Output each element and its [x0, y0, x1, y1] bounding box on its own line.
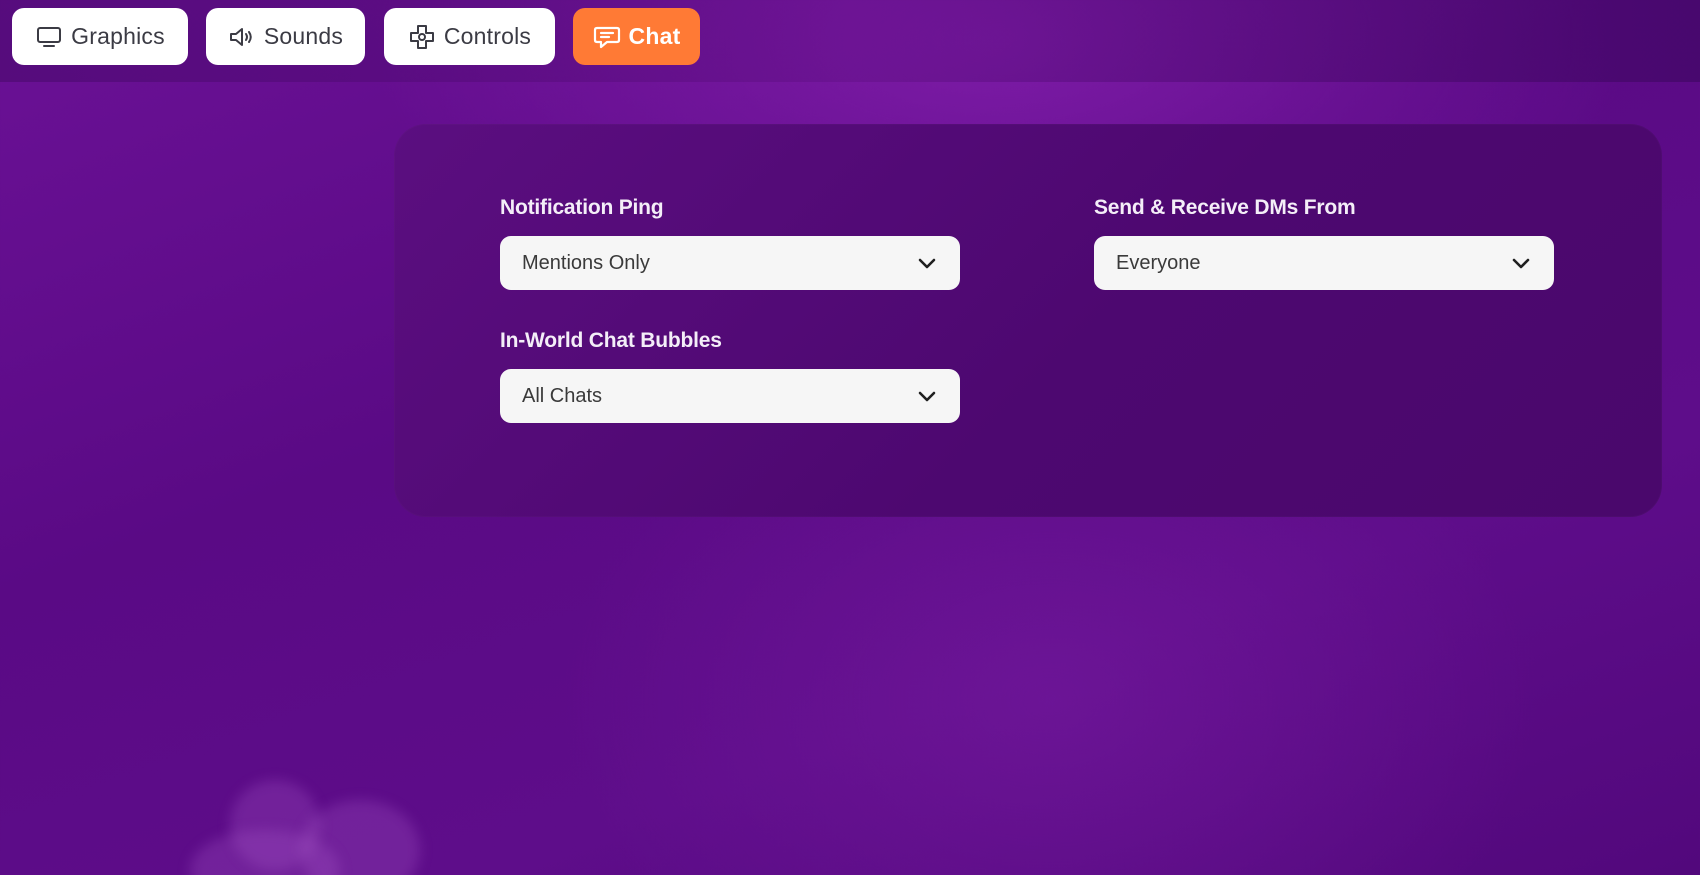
tab-graphics[interactable]: Graphics: [12, 8, 188, 65]
chevron-down-icon: [916, 252, 938, 274]
chevron-down-icon: [1510, 252, 1532, 274]
settings-tab-bar: Graphics Sounds Controls Chat: [0, 0, 1700, 82]
tab-label: Chat: [628, 23, 681, 49]
dms-from-select[interactable]: Everyone: [1094, 236, 1554, 290]
chat-settings-panel: Notification Ping Mentions Only Send & R…: [394, 124, 1662, 517]
gamepad-icon: [408, 23, 436, 51]
notification-ping-label: Notification Ping: [500, 196, 664, 219]
monitor-icon: [35, 23, 63, 51]
tab-controls[interactable]: Controls: [384, 8, 555, 65]
chat-bubbles-label: In-World Chat Bubbles: [500, 329, 722, 352]
speaker-icon: [228, 23, 256, 51]
tab-label: Controls: [443, 23, 532, 49]
chat-bubble-icon: [593, 23, 621, 51]
tab-chat[interactable]: Chat: [573, 8, 700, 65]
tab-label: Sounds: [263, 23, 344, 49]
chevron-down-icon: [916, 385, 938, 407]
notification-ping-select[interactable]: Mentions Only: [500, 236, 960, 290]
background-cloud: [190, 770, 470, 875]
tab-sounds[interactable]: Sounds: [206, 8, 365, 65]
chat-bubbles-value: All Chats: [522, 384, 603, 407]
notification-ping-value: Mentions Only: [522, 251, 650, 274]
dms-from-value: Everyone: [1116, 251, 1201, 274]
chat-bubbles-select[interactable]: All Chats: [500, 369, 960, 423]
tab-label: Graphics: [71, 23, 165, 49]
dms-from-label: Send & Receive DMs From: [1094, 196, 1356, 219]
